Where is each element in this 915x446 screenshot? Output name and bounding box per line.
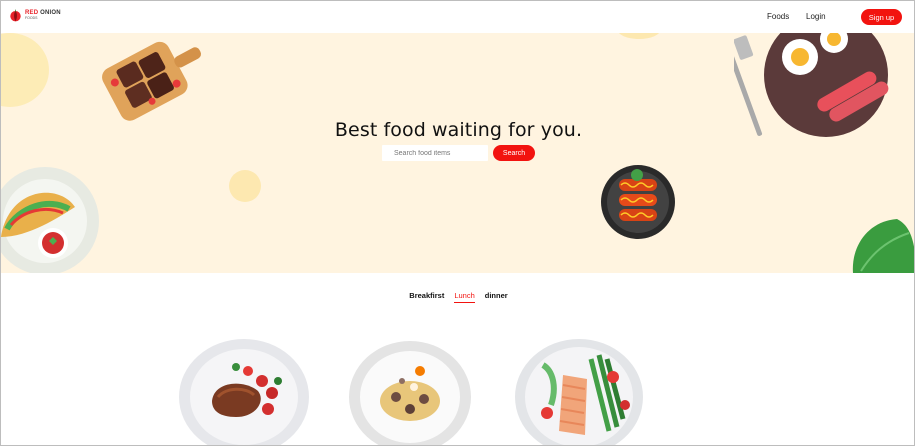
dish-card-pasta-image[interactable] xyxy=(348,339,472,446)
decor-blob xyxy=(1,33,49,107)
onion-icon xyxy=(10,9,21,22)
dish-card-salmon-image[interactable] xyxy=(513,335,645,446)
hero-title: Best food waiting for you. xyxy=(334,119,583,141)
navbar: RED ONION FOODS Foods Login Sign up xyxy=(1,1,914,33)
search-button[interactable]: Search xyxy=(493,145,535,161)
sushi-dish-image xyxy=(601,165,675,239)
dish-card-steak-image[interactable] xyxy=(178,337,310,446)
signup-button[interactable]: Sign up xyxy=(861,9,902,25)
decor-blob xyxy=(229,170,261,202)
logo[interactable]: RED ONION FOODS xyxy=(9,9,61,22)
page: RED ONION FOODS Foods Login Sign up Best… xyxy=(0,0,915,446)
nav-link-foods[interactable]: Foods xyxy=(767,12,789,21)
hero-banner: Best food waiting for you. Search xyxy=(1,33,914,273)
tab-lunch[interactable]: Lunch xyxy=(454,291,475,303)
tab-dinner[interactable]: dinner xyxy=(485,291,508,303)
search-input[interactable] xyxy=(382,145,488,161)
nav-link-login[interactable]: Login xyxy=(806,12,826,21)
taco-plate-image xyxy=(1,167,99,273)
tab-breakfirst[interactable]: Breakfirst xyxy=(409,291,444,303)
brownie-board-image xyxy=(102,41,202,121)
lettuce-leaf-image xyxy=(852,219,914,273)
logo-subtitle: FOODS xyxy=(25,16,38,21)
meal-tabs: Breakfirst Lunch dinner xyxy=(1,291,914,303)
logo-title-dark: ONION xyxy=(40,10,61,17)
logo-text: RED ONION FOODS xyxy=(25,10,61,21)
decor-blob xyxy=(617,33,661,39)
